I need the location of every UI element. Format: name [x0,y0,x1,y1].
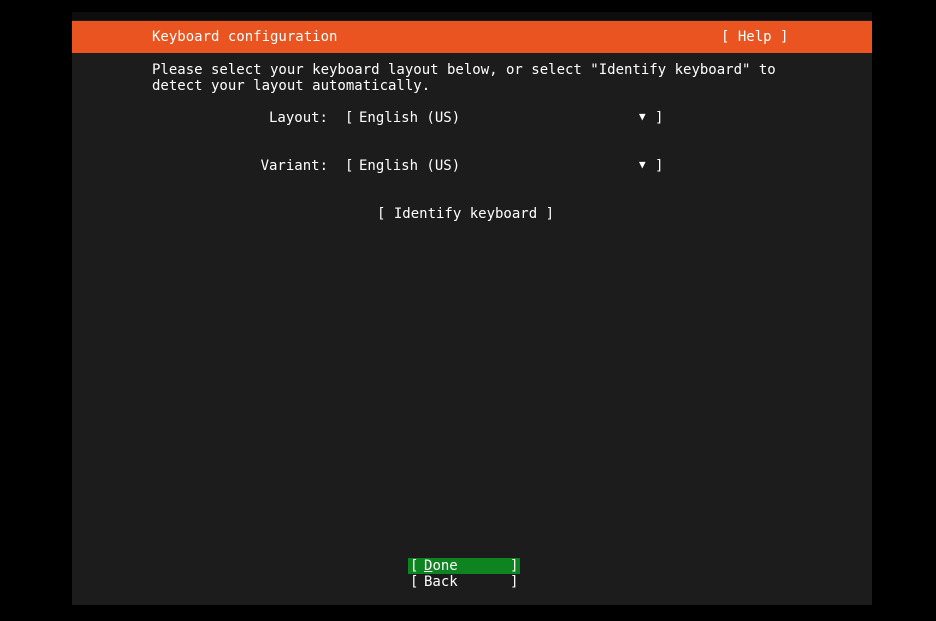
top-strip [72,12,872,20]
identify-keyboard-button[interactable]: [ Identify keyboard ] [377,206,554,222]
variant-label: Variant: [260,158,328,174]
done-label: Done [424,558,458,574]
dropdown-arrow-icon: ▼ [639,110,646,123]
layout-select[interactable]: [ English (US) ▼ ] [345,110,665,126]
layout-open-bracket: [ [345,110,354,126]
done-button[interactable]: [ Done ] [408,558,520,574]
page-title: Keyboard configuration [152,29,338,45]
back-label: Back [424,574,458,590]
done-label-rest: one [432,558,458,574]
installer-screen: Keyboard configuration [ Help ] Please s… [72,12,872,605]
intro-text: Please select your keyboard layout below… [152,62,776,94]
variant-open-bracket: [ [345,158,354,174]
layout-close-bracket: ] [655,110,664,126]
variant-value: English (US) [359,158,461,174]
header-bar: Keyboard configuration [ Help ] [72,21,872,53]
back-open-bracket: [ [410,574,419,590]
variant-row: Variant: [ English (US) ▼ ] [72,158,872,174]
done-close-bracket: ] [510,558,519,574]
back-button[interactable]: [ Back ] [408,574,520,590]
layout-label: Layout: [268,110,328,126]
dropdown-arrow-icon: ▼ [639,158,646,171]
variant-select[interactable]: [ English (US) ▼ ] [345,158,665,174]
layout-value: English (US) [359,110,461,126]
variant-close-bracket: ] [655,158,664,174]
layout-row: Layout: [ English (US) ▼ ] [72,110,872,126]
help-button[interactable]: [ Help ] [721,29,788,45]
done-open-bracket: [ [410,558,419,574]
back-close-bracket: ] [510,574,519,590]
